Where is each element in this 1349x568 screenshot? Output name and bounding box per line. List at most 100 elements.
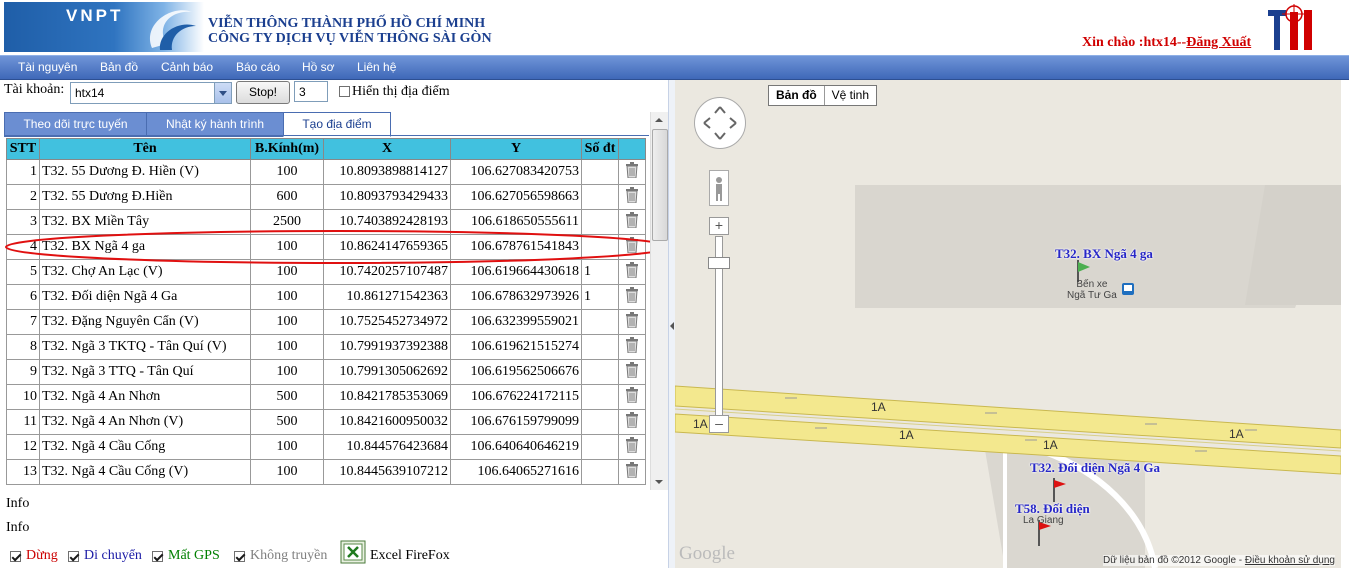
tab-theo-doi[interactable]: Theo dõi trực tuyến — [4, 112, 147, 137]
tab-divider — [4, 135, 649, 136]
cell-delete — [618, 434, 646, 460]
cell-ten: T32. Ngã 4 Cầu Cống (V) — [39, 459, 251, 485]
zoom-in-button[interactable]: + — [709, 217, 729, 235]
scroll-down-arrow-icon[interactable] — [651, 474, 668, 490]
table-row[interactable]: 7 T32. Đặng Nguyên Cẩn (V) 100 10.752545273… — [6, 309, 646, 335]
zoom-out-button[interactable]: – — [709, 415, 729, 433]
table-row[interactable]: 12 T32. Ngã 4 Cầu Cống 100 10.844576423684 1… — [6, 434, 646, 460]
show-locations-label: Hiển thị địa điểm — [352, 84, 450, 99]
cell-ten: T32. 55 Dương Đ. Hiền (V) — [39, 159, 251, 185]
legend-dung-checkbox[interactable] — [10, 551, 21, 562]
trash-icon[interactable] — [625, 461, 639, 478]
tower-logo-icon — [1268, 4, 1312, 50]
map-type-ban-do[interactable]: Bản đồ — [769, 86, 825, 105]
trash-icon[interactable] — [625, 211, 639, 228]
table-row[interactable]: 1 T32. 55 Dương Đ. Hiền (V) 100 10.80938988… — [6, 159, 646, 185]
table-row[interactable]: 8 T32. Ngã 3 TKTQ - Tân Quí (V) 100 10.7991… — [6, 334, 646, 360]
table-scrollbar[interactable] — [650, 112, 668, 490]
road-label-1a-4: 1A — [1043, 438, 1058, 452]
cell-sodt — [581, 384, 619, 410]
main-menu-bar: Tài nguyên Bản đồ Cảnh báo Báo cáo Hồ sơ… — [0, 55, 1349, 80]
col-action — [618, 138, 646, 160]
legend-dung: Dừng — [26, 548, 58, 563]
menu-canh-bao[interactable]: Cảnh báo — [161, 60, 213, 74]
map-type-switch: Bản đồ Vệ tinh — [768, 85, 878, 106]
tab-tao-dia-diem[interactable]: Tạo địa điểm — [283, 112, 391, 137]
cell-y: 106.678632973926 — [450, 284, 582, 310]
table-row[interactable]: 13 T32. Ngã 4 Cầu Cống (V) 100 10.844563910… — [6, 459, 646, 485]
table-row[interactable]: 2 T32. 55 Dương Đ.Hiền 600 10.8093793429433… — [6, 184, 646, 210]
map-terms-link[interactable]: Điều khoản sử dụng — [1245, 555, 1335, 566]
col-stt: STT — [6, 138, 40, 160]
cell-y: 106.632399559021 — [450, 309, 582, 335]
legend-di-chuyen-checkbox[interactable] — [68, 551, 79, 562]
trash-icon[interactable] — [625, 386, 639, 403]
cell-stt: 6 — [6, 284, 40, 310]
cell-stt: 1 — [6, 159, 40, 185]
menu-tai-nguyen[interactable]: Tài nguyên — [18, 60, 77, 74]
cell-bkinh: 100 — [250, 159, 324, 185]
cell-y: 106.619621515274 — [450, 334, 582, 360]
menu-lien-he[interactable]: Liên hệ — [357, 60, 396, 74]
legend-mat-gps: Mất GPS — [168, 548, 220, 563]
trash-icon[interactable] — [625, 361, 639, 378]
trash-icon[interactable] — [625, 186, 639, 203]
map-type-ve-tinh[interactable]: Vệ tinh — [825, 86, 876, 105]
table-row[interactable]: 9 T32. Ngã 3 TTQ - Tân Quí 100 10.799130506… — [6, 359, 646, 385]
menu-bao-cao[interactable]: Báo cáo — [236, 60, 280, 74]
map-view[interactable]: Bản đồ Vệ tinh + – T32. BX Ngã 4 ga Bến x… — [675, 80, 1341, 568]
table-row[interactable]: 6 T32. Đối diện Ngã 4 Ga 100 10.86127154236… — [6, 284, 646, 310]
pan-control-icon[interactable] — [694, 97, 746, 149]
account-select[interactable]: htx14 — [70, 82, 232, 104]
cell-bkinh: 600 — [250, 184, 324, 210]
count-input[interactable]: 3 — [294, 81, 328, 102]
table-row[interactable]: 10 T32. Ngã 4 An Nhơn 500 10.8421785353069 1… — [6, 384, 646, 410]
zoom-slider-thumb[interactable] — [708, 257, 730, 269]
col-sodt: Số đt — [581, 138, 619, 160]
legend-mat-gps-checkbox[interactable] — [152, 551, 163, 562]
scroll-thumb[interactable] — [652, 129, 668, 241]
cell-stt: 8 — [6, 334, 40, 360]
table-row[interactable]: 11 T32. Ngã 4 An Nhơn (V) 500 10.8421600950… — [6, 409, 646, 435]
legend-khong-truyen-checkbox[interactable] — [234, 551, 245, 562]
cell-delete — [618, 159, 646, 185]
cell-ten: T32. Ngã 4 An Nhơn (V) — [39, 409, 251, 435]
cell-bkinh: 100 — [250, 434, 324, 460]
account-select-value: htx14 — [75, 86, 105, 100]
cell-x: 10.844576423684 — [323, 434, 451, 460]
excel-icon[interactable] — [340, 540, 366, 564]
cell-ten: T32. Ngã 4 An Nhơn — [39, 384, 251, 410]
chevron-down-icon[interactable] — [214, 83, 231, 103]
cell-ten: T32. 55 Dương Đ.Hiền — [39, 184, 251, 210]
stop-button[interactable]: Stop! — [236, 81, 290, 104]
cell-ten: T32. Ngã 4 Cầu Cống — [39, 434, 251, 460]
red-flag-marker-icon-2[interactable] — [1037, 520, 1053, 546]
trash-icon[interactable] — [625, 161, 639, 178]
cell-ten: T32. Đặng Nguyên Cẩn (V) — [39, 309, 251, 335]
legend-excel-firefox[interactable]: Excel FireFox — [370, 548, 450, 564]
cell-sodt — [581, 359, 619, 385]
cell-bkinh: 100 — [250, 309, 324, 335]
logout-link[interactable]: Đăng Xuất — [1186, 35, 1251, 50]
cell-x: 10.8093793429433 — [323, 184, 451, 210]
info-text-1: Info — [6, 496, 30, 511]
cell-y: 106.64065271616 — [450, 459, 582, 485]
vnpt-swirl-icon — [150, 10, 196, 50]
show-locations-checkbox[interactable] — [339, 86, 350, 97]
trash-icon[interactable] — [625, 336, 639, 353]
trash-icon[interactable] — [625, 311, 639, 328]
user-greeting: Xin chào :htx14--Đăng Xuất — [1082, 35, 1251, 51]
menu-ban-do[interactable]: Bản đồ — [100, 60, 138, 74]
tab-nhat-ky[interactable]: Nhật ký hành trình — [146, 112, 284, 137]
scroll-up-arrow-icon[interactable] — [651, 112, 668, 128]
cell-bkinh: 100 — [250, 334, 324, 360]
street-view-pegman-icon[interactable] — [709, 170, 729, 206]
red-flag-marker-icon[interactable] — [1052, 478, 1068, 502]
menu-ho-so[interactable]: Hồ sơ — [302, 60, 335, 74]
trash-icon[interactable] — [625, 411, 639, 428]
trash-icon[interactable] — [625, 436, 639, 453]
trash-icon[interactable] — [625, 286, 639, 303]
road-label-1a-1: 1A — [871, 400, 886, 414]
info-text-2: Info — [6, 520, 30, 535]
col-ten: Tên — [39, 138, 251, 160]
